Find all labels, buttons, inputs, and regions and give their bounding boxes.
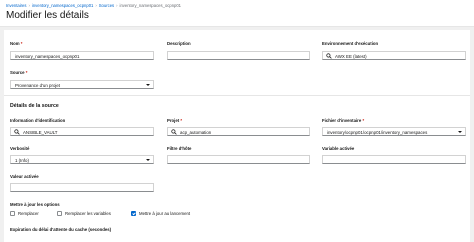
host-filter-label: Filtre d'hôte xyxy=(167,146,192,151)
credential-label: Information d'identification xyxy=(10,118,66,123)
source-select[interactable]: Provenance d'un projet xyxy=(10,80,154,89)
inventory-file-label-text: Fichier d'inventaire xyxy=(322,118,362,123)
breadcrumb-sources-link[interactable]: Sources xyxy=(99,3,114,8)
environment-label: Environnement d'exécution xyxy=(322,41,379,46)
breadcrumb-inventories-link[interactable]: Inventaires xyxy=(6,3,26,8)
source-label-text: Source xyxy=(10,70,25,75)
name-label: Nom * xyxy=(10,41,22,46)
overwrite-label[interactable]: Remplacer xyxy=(18,211,39,216)
inventory-file-required-mark: * xyxy=(362,118,365,123)
verbosity-value: 1 (Info) xyxy=(15,157,29,163)
overwrite-checkbox[interactable] xyxy=(10,211,15,216)
environment-lookup[interactable]: AWX EE (latest) xyxy=(322,51,466,60)
enabled-variable-label: Variable activée xyxy=(322,146,355,151)
name-input-value: inventory_namespaces_ocpnp01 xyxy=(15,53,80,59)
update-options-label: Mettre à jour les options xyxy=(10,202,60,207)
update-on-launch-checkbox[interactable] xyxy=(131,211,136,216)
inventory-file-label: Fichier d'inventaire * xyxy=(322,118,364,123)
project-lookup[interactable]: acp_automation xyxy=(167,127,310,136)
name-required-mark: * xyxy=(20,41,23,46)
project-value: acp_automation xyxy=(180,129,212,135)
search-icon[interactable] xyxy=(171,128,177,135)
page-header: Inventaires › inventory_namespaces_ocpnp01… xyxy=(0,0,474,27)
name-label-text: Nom xyxy=(10,41,20,46)
source-label: Source * xyxy=(10,70,27,75)
enabled-variable-input[interactable] xyxy=(322,155,466,164)
credential-value: ANSIBLE_VAULT xyxy=(23,129,58,135)
source-select-value: Provenance d'un projet xyxy=(15,82,61,88)
verbosity-label: Verbosité xyxy=(10,146,30,151)
source-required-mark: * xyxy=(25,70,28,75)
breadcrumb-separator-icon: › xyxy=(95,3,97,8)
credential-lookup[interactable]: ANSIBLE_VAULT xyxy=(10,127,154,136)
inventory-file-select[interactable]: inventory/ocpnp01/ocpnp01/inventory_name… xyxy=(322,127,466,136)
chevron-down-icon xyxy=(146,158,150,161)
verbosity-select[interactable]: 1 (Info) xyxy=(10,155,154,164)
breadcrumb-source-link[interactable]: inventory_namespaces_ocpnp01 xyxy=(120,3,181,8)
search-icon[interactable] xyxy=(326,52,332,59)
environment-value: AWX EE (latest) xyxy=(335,53,367,59)
inventory-file-value: inventory/ocpnp01/ocpnp01/inventory_name… xyxy=(327,129,428,135)
description-label: Description xyxy=(167,41,191,46)
enabled-value-input[interactable] xyxy=(10,183,154,192)
enabled-value-label: Valeur activée xyxy=(10,174,39,179)
project-label-text: Projet xyxy=(167,118,180,123)
overwrite-vars-checkbox[interactable] xyxy=(57,211,62,216)
breadcrumb: Inventaires › inventory_namespaces_ocpnp01… xyxy=(6,3,181,8)
chevron-down-icon xyxy=(458,130,462,133)
name-input[interactable]: inventory_namespaces_ocpnp01 xyxy=(10,51,154,60)
project-required-mark: * xyxy=(180,118,183,123)
cache-timeout-label: Expiration du délai d'attente du cache (… xyxy=(10,227,112,232)
source-details-title: Détails de la source xyxy=(10,103,59,109)
chevron-down-icon xyxy=(146,83,150,86)
breadcrumb-inventory-link[interactable]: inventory_namespaces_ocpnp01 xyxy=(32,3,93,8)
breadcrumb-separator-icon: › xyxy=(116,3,118,8)
update-on-launch-label[interactable]: Mettre à jour au lancement xyxy=(139,211,190,216)
page-title: Modifier les détails xyxy=(6,10,89,21)
project-label: Projet * xyxy=(167,118,182,123)
breadcrumb-separator-icon: › xyxy=(28,3,30,8)
search-icon[interactable] xyxy=(14,128,20,135)
description-input[interactable] xyxy=(167,51,310,60)
section-divider xyxy=(4,95,470,96)
overwrite-vars-label[interactable]: Remplacer les variables xyxy=(65,211,111,216)
host-filter-input[interactable] xyxy=(167,155,310,164)
